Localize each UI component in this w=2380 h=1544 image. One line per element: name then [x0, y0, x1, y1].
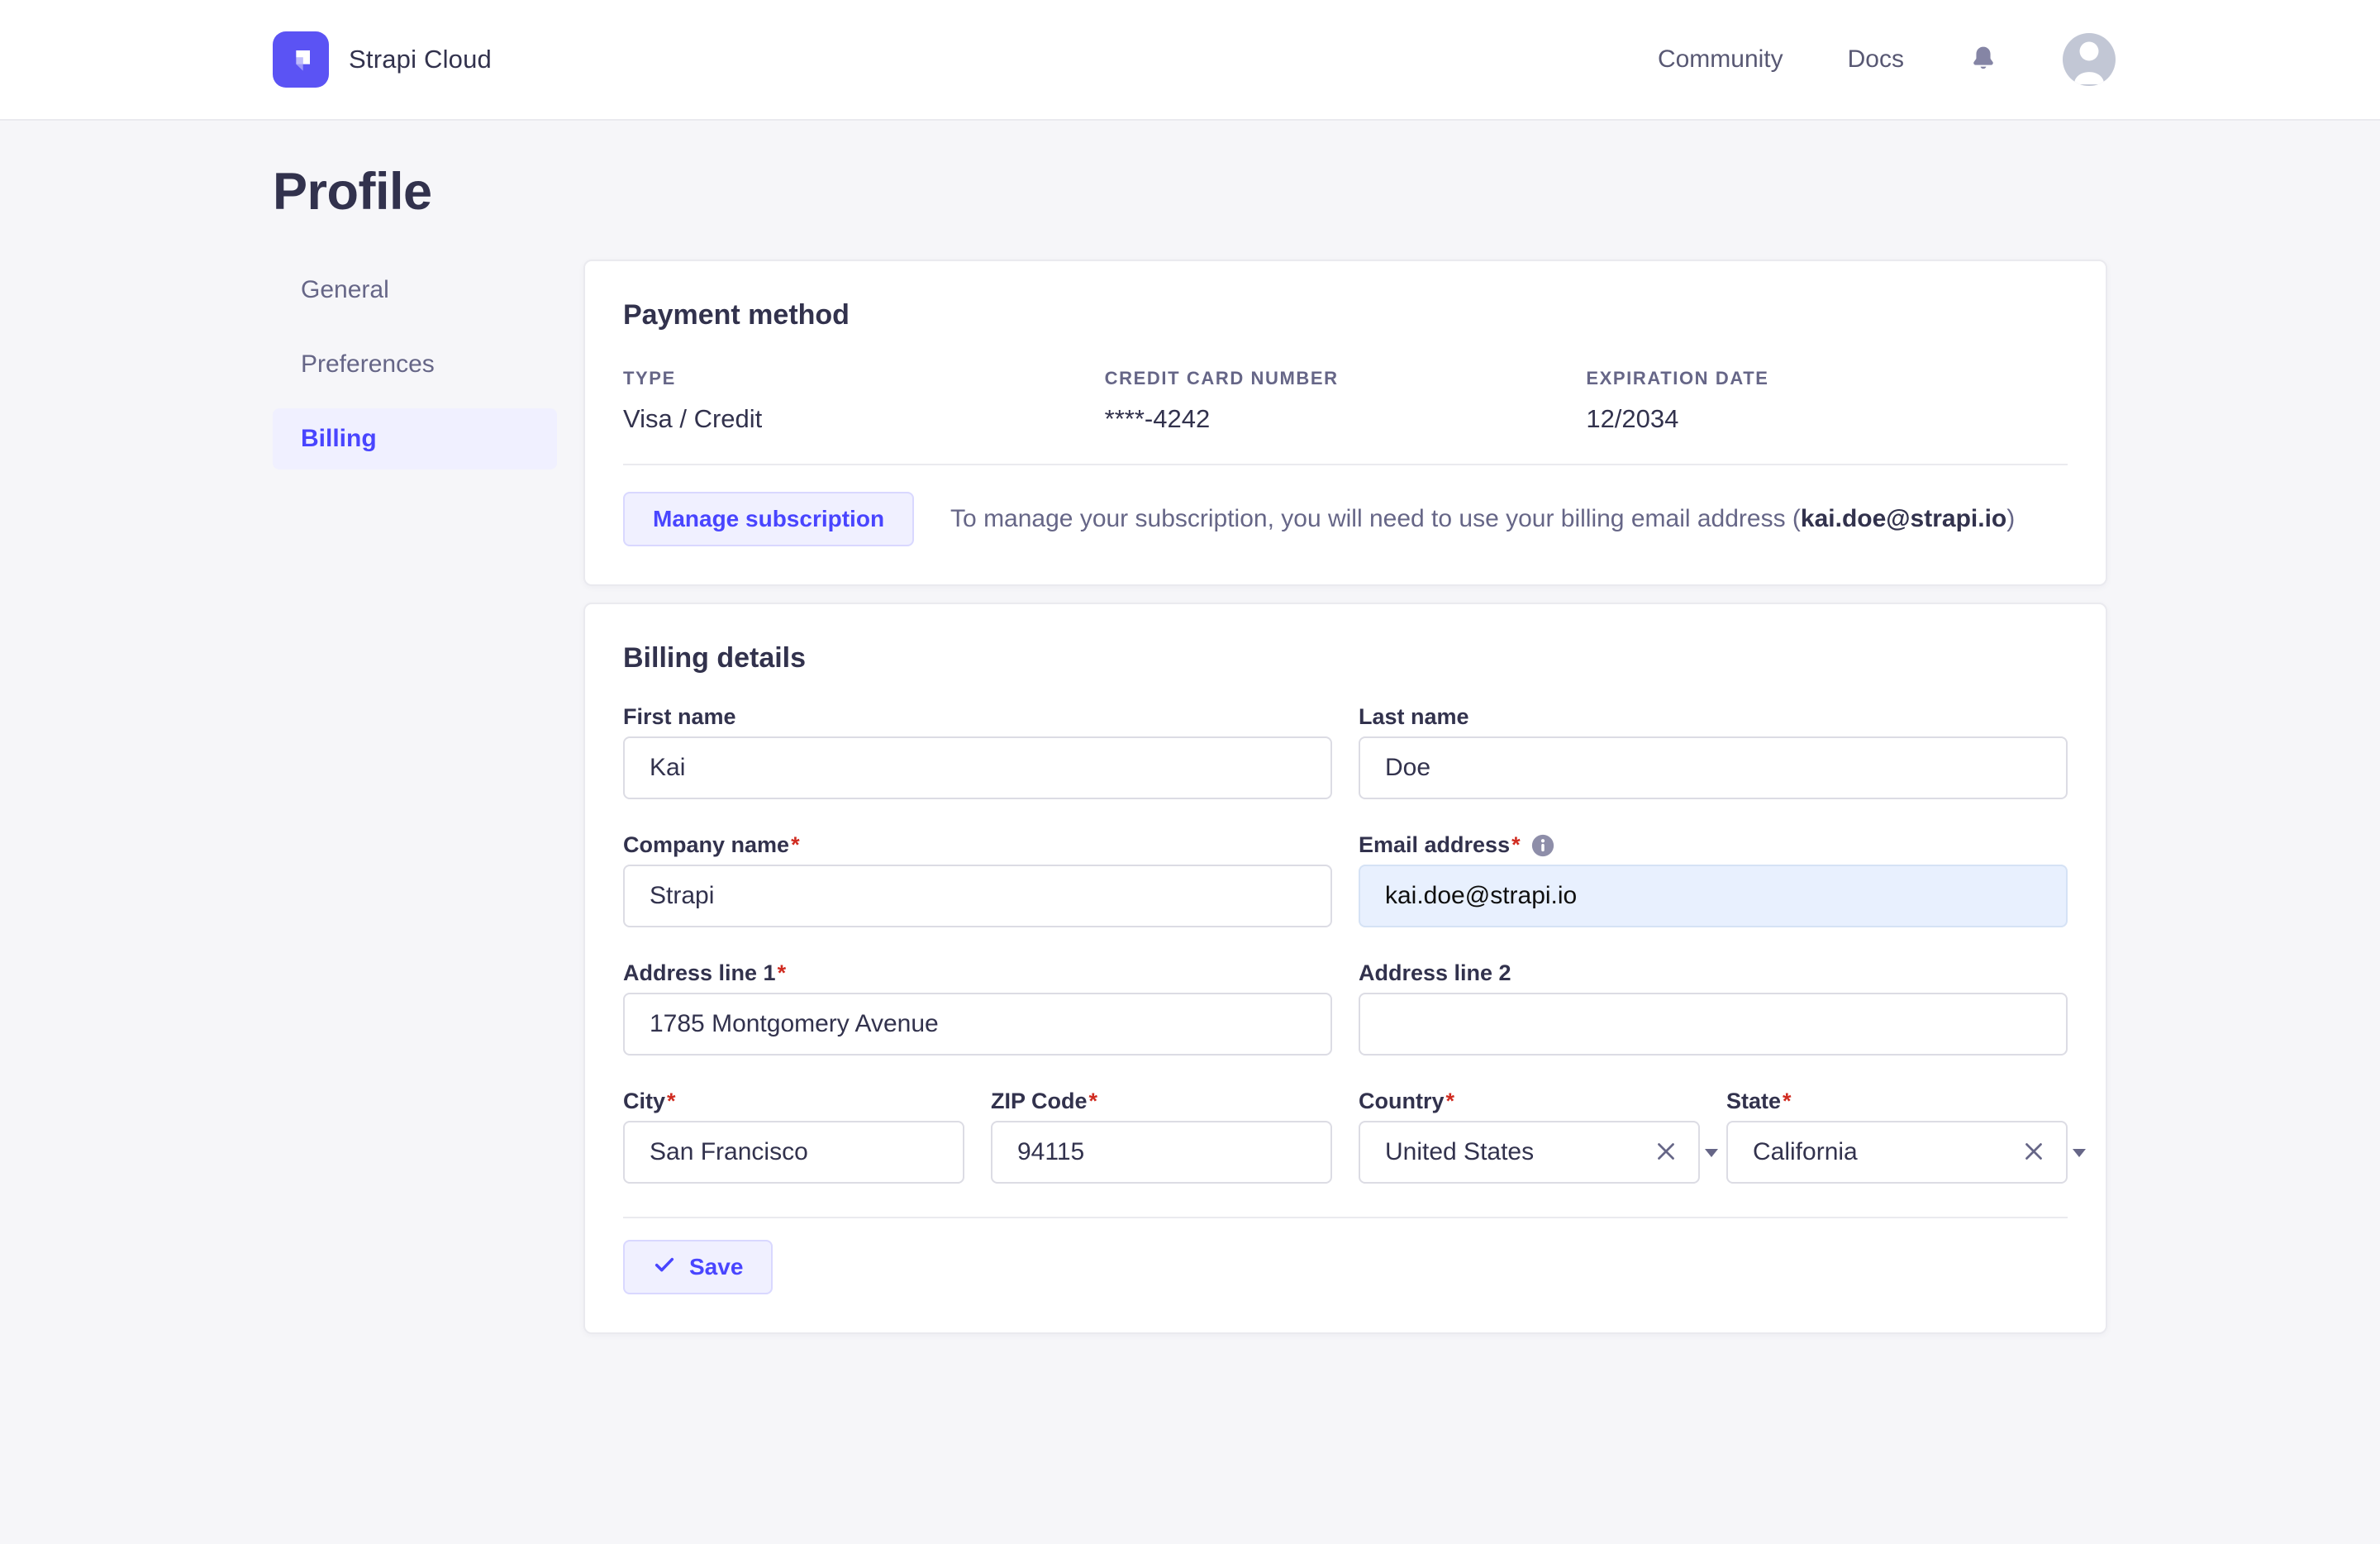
nav-docs-link[interactable]: Docs: [1848, 45, 1904, 74]
required-marker: *: [791, 832, 800, 857]
manage-subscription-button[interactable]: Manage subscription: [623, 492, 915, 546]
expiration-label: EXPIRATION DATE: [1586, 368, 1769, 388]
required-marker: *: [1445, 1089, 1455, 1113]
first-name-input[interactable]: [623, 736, 1332, 799]
expiration-column: EXPIRATION DATE 12/2034: [1586, 368, 2068, 434]
first-name-label: First name: [623, 704, 736, 729]
check-icon: [653, 1253, 676, 1282]
user-avatar[interactable]: [2063, 33, 2116, 86]
notifications-button[interactable]: [1968, 44, 1998, 76]
card-number-column: CREDIT CARD NUMBER ****-4242: [1105, 368, 1587, 434]
brand-name: Strapi Cloud: [349, 45, 492, 74]
billing-details-form: First name Last name Company name*: [623, 704, 2086, 1294]
email-address-label: Email address *: [1359, 832, 1555, 858]
person-icon: [2063, 33, 2116, 86]
address-line-1-label: Address line 1 *: [623, 960, 787, 985]
caret-down-icon[interactable]: [2073, 1149, 2086, 1157]
header-nav: Community Docs: [1658, 33, 2116, 86]
payment-method-title: Payment method: [623, 299, 850, 331]
country-value: United States: [1385, 1138, 1535, 1165]
page-title: Profile: [273, 163, 432, 221]
info-icon[interactable]: [1530, 833, 1555, 858]
billing-details-title: Billing details: [623, 642, 807, 674]
bell-icon: [1968, 44, 1998, 76]
address-line-2-label: Address line 2: [1359, 960, 1511, 985]
required-marker: *: [1511, 832, 1521, 857]
required-marker: *: [1783, 1089, 1792, 1113]
state-select[interactable]: California: [1726, 1121, 2086, 1184]
last-name-label: Last name: [1359, 704, 1469, 729]
x-clear-icon: [1654, 1139, 1678, 1166]
billing-email-address: kai.doe@strapi.io: [1800, 505, 2007, 532]
zip-code-input[interactable]: [991, 1121, 1332, 1184]
save-button-label: Save: [689, 1254, 744, 1280]
divider: [623, 1217, 2068, 1218]
last-name-input[interactable]: [1359, 736, 2068, 799]
main-content: Profile General Preferences Billing Paym…: [0, 162, 2380, 1334]
country-select[interactable]: United States: [1359, 1121, 1718, 1184]
field-state: State * California: [1726, 1089, 2086, 1184]
save-row: Save: [623, 1240, 2068, 1294]
divider: [623, 464, 2068, 465]
sidebar-item-billing[interactable]: Billing: [273, 408, 557, 469]
address-line-1-input[interactable]: [623, 993, 1332, 1056]
required-marker: *: [667, 1089, 676, 1113]
email-address-input[interactable]: [1359, 865, 2068, 927]
nav-community-link[interactable]: Community: [1658, 45, 1783, 74]
save-button[interactable]: Save: [623, 1240, 774, 1294]
state-value: California: [1753, 1138, 1858, 1165]
profile-sidebar: General Preferences Billing: [273, 260, 557, 483]
country-label: Country *: [1359, 1089, 1455, 1113]
strapi-logo-icon: [273, 31, 329, 88]
brand[interactable]: Strapi Cloud: [273, 31, 492, 88]
billing-email-note: To manage your subscription, you will ne…: [950, 505, 2016, 532]
x-clear-icon: [2021, 1139, 2046, 1166]
field-zip-code: ZIP Code *: [991, 1089, 1332, 1184]
field-email-address: Email address *: [1359, 832, 2068, 927]
clear-state-button[interactable]: [2021, 1139, 2046, 1166]
field-address-line-1: Address line 1 *: [623, 960, 1332, 1056]
payment-type-column: TYPE Visa / Credit: [623, 368, 1105, 434]
city-input[interactable]: [623, 1121, 964, 1184]
state-label: State *: [1726, 1089, 1792, 1113]
billing-details-card: Billing details First name Last name: [583, 603, 2107, 1334]
card-number-value: ****-4242: [1104, 404, 1211, 433]
company-name-input[interactable]: [623, 865, 1332, 927]
payment-type-label: TYPE: [623, 368, 676, 388]
payment-method-summary: TYPE Visa / Credit CREDIT CARD NUMBER **…: [623, 368, 2068, 434]
payment-method-card: Payment method TYPE Visa / Credit CREDIT…: [583, 260, 2107, 586]
required-marker: *: [1088, 1089, 1098, 1113]
field-city: City *: [623, 1089, 964, 1184]
city-label: City *: [623, 1089, 676, 1113]
company-name-label: Company name *: [623, 832, 800, 857]
field-company-name: Company name *: [623, 832, 1332, 927]
payment-type-value: Visa / Credit: [623, 404, 763, 433]
expiration-value: 12/2034: [1586, 404, 1679, 433]
field-first-name: First name: [623, 704, 1332, 799]
field-address-line-2: Address line 2: [1359, 960, 2068, 1056]
required-marker: *: [777, 960, 787, 985]
strapi-cloud-profile-page: Strapi Cloud Community Docs Profile Gene…: [0, 0, 2380, 1544]
field-country: Country * United States: [1359, 1089, 1718, 1184]
sidebar-item-general[interactable]: General: [273, 260, 557, 321]
top-nav: Strapi Cloud Community Docs: [0, 0, 2380, 121]
cards-column: Payment method TYPE Visa / Credit CREDIT…: [583, 260, 2107, 1334]
sidebar-item-preferences[interactable]: Preferences: [273, 334, 557, 395]
clear-country-button[interactable]: [1654, 1139, 1678, 1166]
address-line-2-input[interactable]: [1359, 993, 2068, 1056]
card-number-label: CREDIT CARD NUMBER: [1104, 368, 1339, 388]
caret-down-icon[interactable]: [1705, 1149, 1718, 1157]
manage-subscription-row: Manage subscription To manage your subsc…: [623, 492, 2068, 546]
zip-code-label: ZIP Code *: [991, 1089, 1098, 1113]
field-last-name: Last name: [1359, 704, 2068, 799]
